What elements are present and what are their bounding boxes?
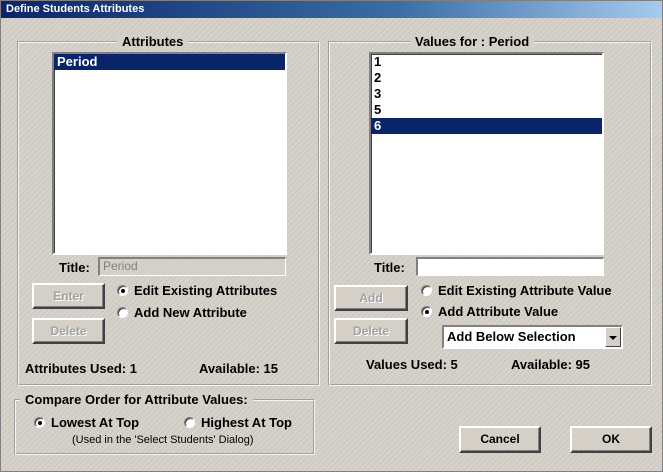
list-item[interactable]: 5 xyxy=(371,102,602,118)
attributes-used-count: Attributes Used: 1 xyxy=(25,361,137,376)
radio-checked-icon xyxy=(117,285,128,296)
ok-button[interactable]: OK xyxy=(570,426,652,453)
radio-unchecked-icon xyxy=(184,417,195,428)
attributes-available-count: Available: 15 xyxy=(199,361,279,376)
list-item[interactable]: 3 xyxy=(371,86,602,102)
add-value-button[interactable]: Add xyxy=(334,285,408,311)
enter-button[interactable]: Enter xyxy=(32,283,105,309)
radio-label: Highest At Top xyxy=(201,415,292,430)
radio-label: Add Attribute Value xyxy=(438,304,559,319)
list-item[interactable]: 1 xyxy=(371,54,602,70)
delete-attribute-button[interactable]: Delete xyxy=(32,318,105,344)
values-available-count: Available: 95 xyxy=(511,357,591,372)
radio-checked-icon xyxy=(421,306,432,317)
edit-existing-value-radio[interactable]: Edit Existing Attribute Value xyxy=(421,283,612,299)
insert-position-value: Add Below Selection xyxy=(447,329,576,344)
list-item[interactable]: Period xyxy=(54,54,285,70)
radio-unchecked-icon xyxy=(421,285,432,296)
compare-order-note: (Used in the 'Select Students' Dialog) xyxy=(72,434,254,446)
window-title: Define Students Attributes xyxy=(1,1,662,18)
cancel-button[interactable]: Cancel xyxy=(459,426,541,453)
attributes-legend: Attributes xyxy=(117,34,189,49)
attributes-list[interactable]: Period xyxy=(52,52,287,255)
add-attribute-value-radio[interactable]: Add Attribute Value xyxy=(421,304,558,320)
add-new-attribute-radio[interactable]: Add New Attribute xyxy=(117,305,247,321)
define-students-attributes-dialog: Define Students Attributes Attributes Pe… xyxy=(0,0,663,472)
list-item[interactable]: 6 xyxy=(371,118,602,134)
value-title-field[interactable] xyxy=(416,257,604,276)
radio-label: Lowest At Top xyxy=(51,415,140,430)
attribute-title-label: Title: xyxy=(59,260,90,275)
values-list[interactable]: 1 2 3 5 6 xyxy=(369,52,604,255)
radio-checked-icon xyxy=(34,417,45,428)
attribute-title-field[interactable]: Period xyxy=(98,257,286,276)
edit-existing-attributes-radio[interactable]: Edit Existing Attributes xyxy=(117,283,277,299)
values-used-count: Values Used: 5 xyxy=(366,357,458,372)
values-legend: Values for : Period xyxy=(410,34,535,49)
delete-value-button[interactable]: Delete xyxy=(334,318,408,344)
radio-label: Edit Existing Attribute Value xyxy=(438,283,612,298)
lowest-at-top-radio[interactable]: Lowest At Top xyxy=(34,415,139,431)
radio-label: Edit Existing Attributes xyxy=(134,283,278,298)
highest-at-top-radio[interactable]: Highest At Top xyxy=(184,415,292,431)
insert-position-select[interactable]: Add Below Selection xyxy=(442,325,623,349)
radio-label: Add New Attribute xyxy=(134,305,247,320)
list-item[interactable]: 2 xyxy=(371,70,602,86)
chevron-down-icon[interactable] xyxy=(605,327,621,347)
radio-unchecked-icon xyxy=(117,307,128,318)
value-title-label: Title: xyxy=(374,260,405,275)
compare-order-legend: Compare Order for Attribute Values: xyxy=(20,392,253,407)
